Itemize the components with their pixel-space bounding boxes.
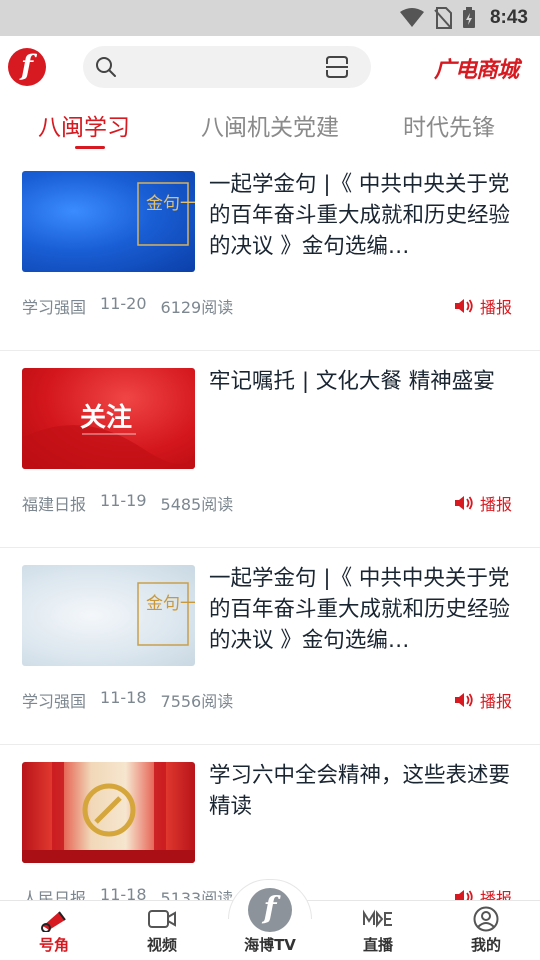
article-date: 11-19 xyxy=(100,491,147,510)
nav-item-live[interactable]: 直播 xyxy=(338,901,418,960)
list-item[interactable]: 关注 牢记嘱托 | 文化大餐 精神盛宴 福建日报 11-19 5485阅读 播报 xyxy=(0,351,540,548)
broadcast-button[interactable]: 播报 xyxy=(454,688,512,712)
nav-item-video[interactable]: 视频 xyxy=(122,901,202,960)
no-sim-icon xyxy=(434,7,452,29)
search-icon xyxy=(96,57,116,77)
nav-item-horn[interactable]: 号角 xyxy=(14,901,94,960)
broadcast-label: 播报 xyxy=(479,692,512,711)
speaker-icon xyxy=(454,299,473,313)
article-meta: 学习强国 11-20 6129阅读 xyxy=(22,294,233,318)
nav-label: 我的 xyxy=(470,936,501,954)
tab-bamin-party-building[interactable]: 八闽机关党建 xyxy=(201,108,339,142)
article-title[interactable]: 牢记嘱托 | 文化大餐 精神盛宴 xyxy=(209,366,519,397)
speaker-icon xyxy=(454,693,473,707)
article-feed[interactable]: 金句一起学 一起学金句 |《 中共中央关于党的百年奋斗重大成就和历史经验的决议 … xyxy=(0,154,540,942)
app-logo[interactable]: f xyxy=(8,48,46,86)
broadcast-button[interactable]: 播报 xyxy=(454,491,512,515)
broadcast-label: 播报 xyxy=(479,495,512,514)
article-source: 福建日报 xyxy=(22,495,87,514)
channel-tabs: 八闽学习 八闽机关党建 时代先锋 xyxy=(0,98,540,154)
clock: 8:43 xyxy=(489,7,528,28)
haibo-tv-logo-icon[interactable]: f xyxy=(248,888,292,932)
nav-label: 号角 xyxy=(38,936,69,954)
article-date: 11-20 xyxy=(100,294,147,313)
haibo-tv-logo-letter: f xyxy=(263,891,277,926)
top-bar: f 广电商城 xyxy=(0,36,540,98)
article-meta: 学习强国 11-18 7556阅读 xyxy=(22,688,233,712)
search-input[interactable] xyxy=(83,46,371,88)
article-date: 11-18 xyxy=(100,688,147,707)
nav-label: 海博TV xyxy=(244,936,296,954)
app-logo-letter: f xyxy=(20,49,34,82)
status-bar: 8:43 xyxy=(0,0,540,36)
mall-link[interactable]: 广电商城 xyxy=(434,52,519,84)
article-reads: 6129阅读 xyxy=(160,298,234,317)
live-icon xyxy=(363,909,392,928)
article-title[interactable]: 学习六中全会精神，这些表述要精读 xyxy=(209,760,519,822)
video-icon xyxy=(148,910,176,928)
article-thumbnail: 关注 xyxy=(22,368,195,469)
article-reads: 7556阅读 xyxy=(160,692,234,711)
speaker-icon xyxy=(454,496,473,510)
list-item[interactable]: 金句一起学 一起学金句 |《 中共中央关于党的百年奋斗重大成就和历史经验的决议 … xyxy=(0,548,540,745)
thumbnail-caption: 金句一起学 xyxy=(146,594,195,614)
user-icon xyxy=(473,906,499,932)
article-source: 学习强国 xyxy=(22,298,87,317)
thumbnail-caption: 金句一起学 xyxy=(146,194,195,214)
article-title[interactable]: 一起学金句 |《 中共中央关于党的百年奋斗重大成就和历史经验的决议 》金句选编… xyxy=(209,169,519,262)
tab-era-pioneers[interactable]: 时代先锋 xyxy=(403,108,495,142)
nav-label: 视频 xyxy=(146,936,177,954)
active-tab-indicator xyxy=(75,146,105,149)
article-reads: 5485阅读 xyxy=(160,495,234,514)
wifi-icon xyxy=(399,8,424,27)
article-thumbnail: 金句一起学 xyxy=(22,171,195,272)
article-title[interactable]: 一起学金句 |《 中共中央关于党的百年奋斗重大成就和历史经验的决议 》金句选编… xyxy=(209,563,519,656)
broadcast-button[interactable]: 播报 xyxy=(454,294,512,318)
article-meta: 福建日报 11-19 5485阅读 xyxy=(22,491,233,515)
tab-bamin-study[interactable]: 八闽学习 xyxy=(38,108,130,142)
list-item[interactable]: 金句一起学 一起学金句 |《 中共中央关于党的百年奋斗重大成就和历史经验的决议 … xyxy=(0,154,540,351)
article-source: 学习强国 xyxy=(22,692,87,711)
broadcast-label: 播报 xyxy=(479,298,512,317)
nav-label: 直播 xyxy=(362,936,393,954)
thumbnail-caption: 关注 xyxy=(80,402,132,433)
scan-icon[interactable] xyxy=(325,56,349,78)
horn-icon xyxy=(41,911,66,932)
article-thumbnail: 金句一起学 xyxy=(22,565,195,666)
battery-charging-icon xyxy=(462,7,475,28)
nav-item-mine[interactable]: 我的 xyxy=(446,901,526,960)
article-thumbnail xyxy=(22,762,195,863)
